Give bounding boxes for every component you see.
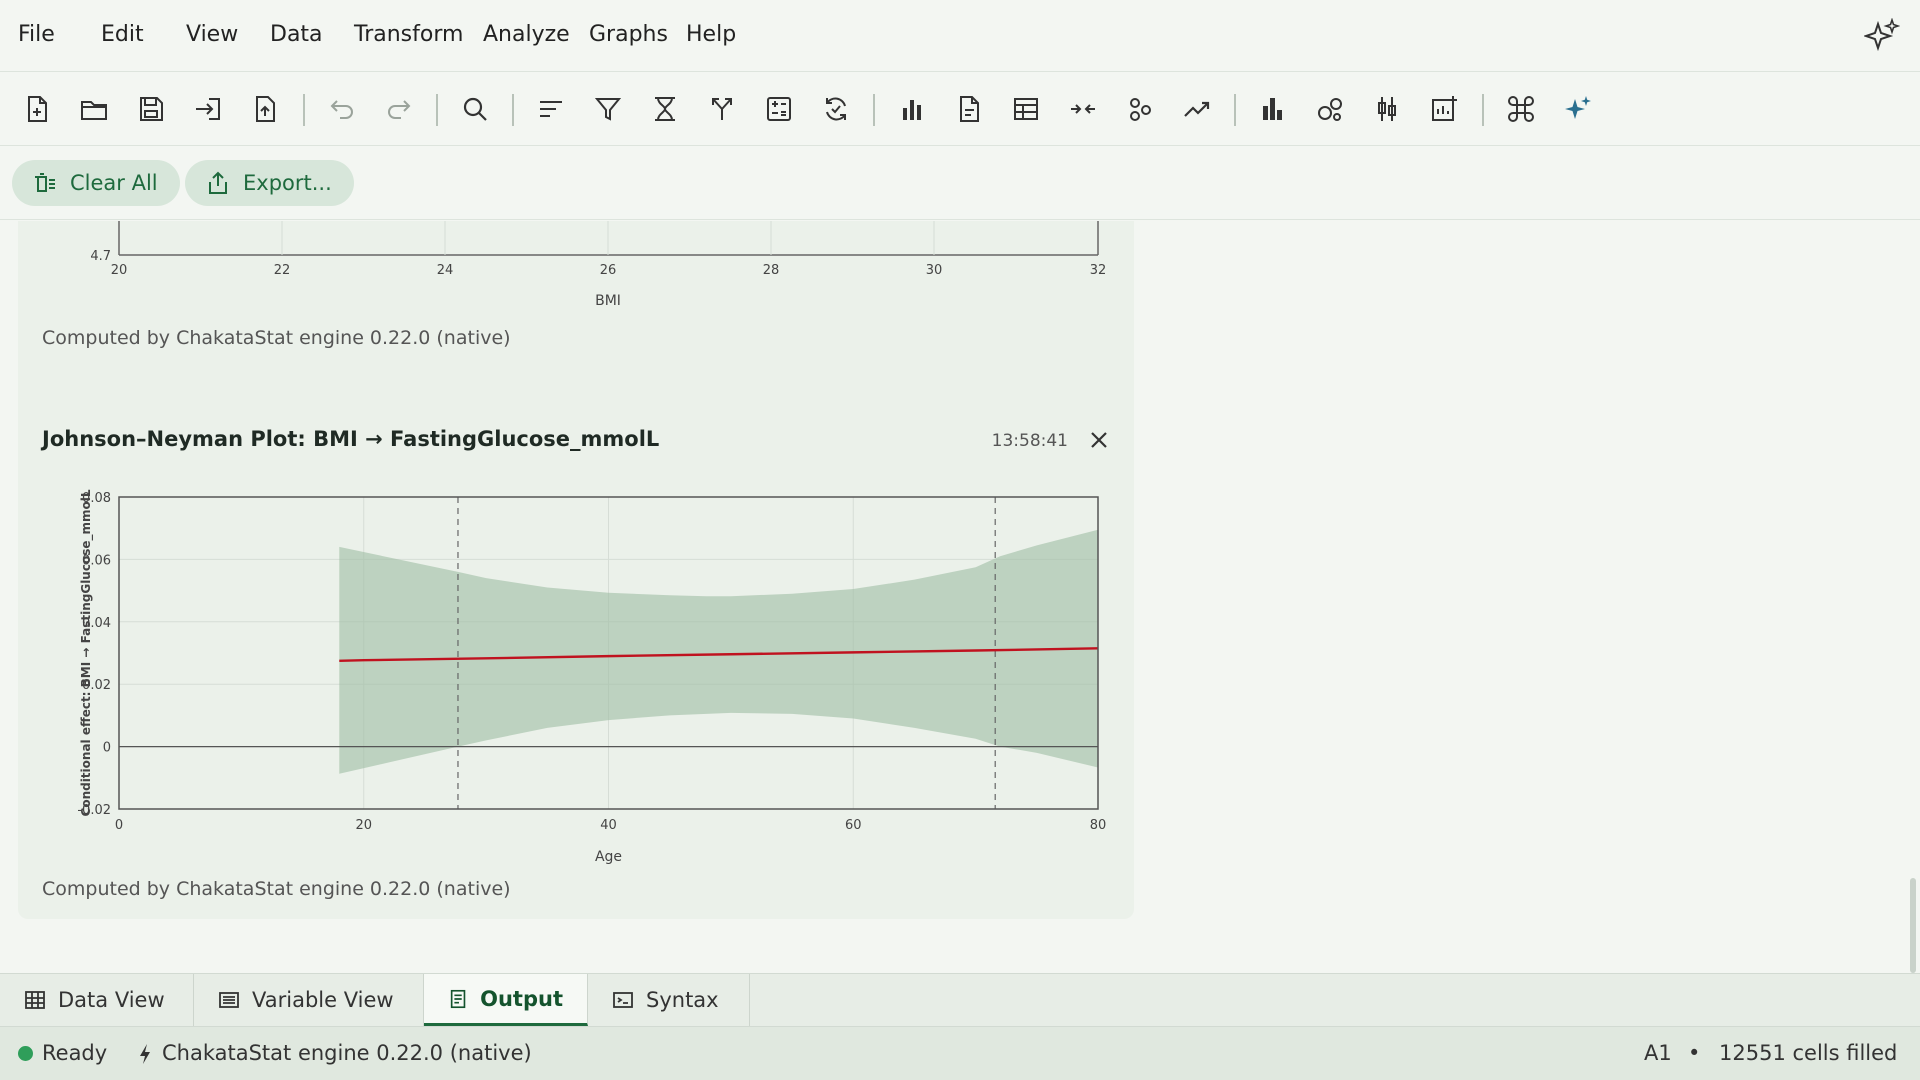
- status-indicator: [18, 1046, 33, 1061]
- compute-icon[interactable]: [759, 89, 799, 129]
- tab-data-view[interactable]: Data View: [0, 974, 194, 1026]
- menu-analyze[interactable]: Analyze: [483, 22, 570, 47]
- y-tick-label: 4.7: [90, 249, 111, 264]
- command-icon[interactable]: [1501, 89, 1541, 129]
- view-tabs: Data View Variable View Output Syntax: [0, 973, 1920, 1027]
- y-axis-label: Conditional effect: BMI → FastingGlucose…: [79, 489, 94, 816]
- bubble-chart-icon[interactable]: [1310, 89, 1350, 129]
- tab-label: Output: [480, 986, 563, 1011]
- export-file-icon[interactable]: [245, 89, 285, 129]
- output-action-bar: Clear All Export...: [0, 146, 1920, 220]
- export-button[interactable]: Export...: [185, 160, 354, 206]
- histogram-icon[interactable]: [1253, 89, 1293, 129]
- new-file-icon[interactable]: [17, 89, 57, 129]
- import-icon[interactable]: [188, 89, 228, 129]
- lightning-icon: [140, 1044, 150, 1064]
- table-icon[interactable]: [1006, 89, 1046, 129]
- redo-icon[interactable]: [379, 89, 419, 129]
- share-icon: [209, 171, 227, 194]
- ai-assistant-icon[interactable]: [1864, 18, 1900, 54]
- output-viewer: 4.7 20 22 24 26 28 30 32 BMI Computed by…: [0, 221, 1920, 973]
- tab-output[interactable]: Output: [424, 974, 588, 1026]
- toolbar-separator: [1482, 94, 1484, 126]
- tab-label: Syntax: [646, 988, 719, 1012]
- x-tick-label: 32: [1090, 263, 1107, 278]
- tab-label: Variable View: [252, 988, 394, 1012]
- toolbar-separator: [873, 94, 875, 126]
- split-file-icon[interactable]: [702, 89, 742, 129]
- x-tick-label: 28: [763, 263, 780, 278]
- card-footer: Computed by ChakataStat engine 0.22.0 (n…: [42, 878, 511, 900]
- x-tick-label: 80: [1090, 818, 1107, 833]
- engine-status: ChakataStat engine 0.22.0 (native): [162, 1041, 532, 1065]
- x-tick-label: 24: [437, 263, 454, 278]
- sort-icon[interactable]: [531, 89, 571, 129]
- toolbar-separator: [1234, 94, 1236, 126]
- card-title: Johnson–Neyman Plot: BMI → FastingGlucos…: [42, 427, 660, 451]
- menu-graphs[interactable]: Graphs: [589, 22, 668, 47]
- close-icon[interactable]: [1088, 429, 1110, 451]
- tab-variable-view[interactable]: Variable View: [194, 974, 424, 1026]
- scatter-icon[interactable]: [1120, 89, 1160, 129]
- save-icon[interactable]: [131, 89, 171, 129]
- export-label: Export...: [243, 171, 332, 195]
- x-tick-label: 40: [600, 818, 617, 833]
- card-timestamp: 13:58:41: [991, 431, 1068, 451]
- trend-icon[interactable]: [1177, 89, 1217, 129]
- y-tick-label: 0: [103, 741, 111, 756]
- status-text: Ready: [42, 1041, 108, 1065]
- x-tick-label: 20: [355, 818, 372, 833]
- menu-file[interactable]: File: [18, 22, 55, 47]
- tab-label: Data View: [58, 988, 165, 1012]
- toolbar: [0, 72, 1920, 146]
- recode-icon[interactable]: [816, 89, 856, 129]
- confidence-band: [339, 529, 1098, 774]
- terminal-icon: [613, 992, 633, 1008]
- merge-icon[interactable]: [1063, 89, 1103, 129]
- add-chart-icon[interactable]: [1424, 89, 1464, 129]
- x-tick-label: 60: [845, 818, 862, 833]
- output-card-johnson-neyman: Johnson–Neyman Plot: BMI → FastingGlucos…: [18, 403, 1134, 919]
- toolbar-separator: [512, 94, 514, 126]
- list-icon: [219, 992, 239, 1008]
- x-axis-label: Age: [595, 849, 622, 865]
- menu-edit[interactable]: Edit: [101, 22, 144, 47]
- menu-help[interactable]: Help: [686, 22, 736, 47]
- x-axis-label: BMI: [595, 293, 621, 309]
- report-icon[interactable]: [949, 89, 989, 129]
- boxplot-icon[interactable]: [1367, 89, 1407, 129]
- menu-bar: File Edit View Data Transform Analyze Gr…: [0, 0, 1920, 72]
- filter-icon[interactable]: [588, 89, 628, 129]
- johnson-neyman-chart: -0.0200.020.040.060.080 20 40 60 80AgeCondit…: [77, 489, 1107, 865]
- status-bar: Ready ChakataStat engine 0.22.0 (native)…: [0, 1027, 1920, 1080]
- bar-chart-icon[interactable]: [892, 89, 932, 129]
- status-separator: •: [1688, 1041, 1701, 1065]
- x-tick-label: 26: [600, 263, 617, 278]
- open-folder-icon[interactable]: [74, 89, 114, 129]
- menu-transform[interactable]: Transform: [354, 22, 463, 47]
- menu-data[interactable]: Data: [270, 22, 323, 47]
- toolbar-separator: [436, 94, 438, 126]
- select-cases-icon[interactable]: [645, 89, 685, 129]
- x-tick-label: 30: [926, 263, 943, 278]
- x-tick-label: 0: [115, 818, 123, 833]
- cells-filled-count: 12551 cells filled: [1719, 1041, 1898, 1065]
- clear-all-label: Clear All: [70, 171, 158, 195]
- clear-all-icon: [35, 173, 55, 192]
- x-tick-label: 22: [274, 263, 291, 278]
- scrollbar-thumb[interactable]: [1910, 878, 1916, 973]
- clear-all-button[interactable]: Clear All: [12, 160, 180, 206]
- x-tick-label: 20: [111, 263, 128, 278]
- menu-view[interactable]: View: [186, 22, 238, 47]
- grid-icon: [25, 991, 45, 1009]
- undo-icon[interactable]: [322, 89, 362, 129]
- tab-syntax[interactable]: Syntax: [588, 974, 750, 1026]
- search-icon[interactable]: [455, 89, 495, 129]
- ai-sparkle-icon[interactable]: [1558, 89, 1598, 129]
- active-cell: A1: [1644, 1041, 1672, 1065]
- card-footer: Computed by ChakataStat engine 0.22.0 (n…: [42, 327, 511, 349]
- document-icon: [450, 989, 466, 1008]
- toolbar-separator: [303, 94, 305, 126]
